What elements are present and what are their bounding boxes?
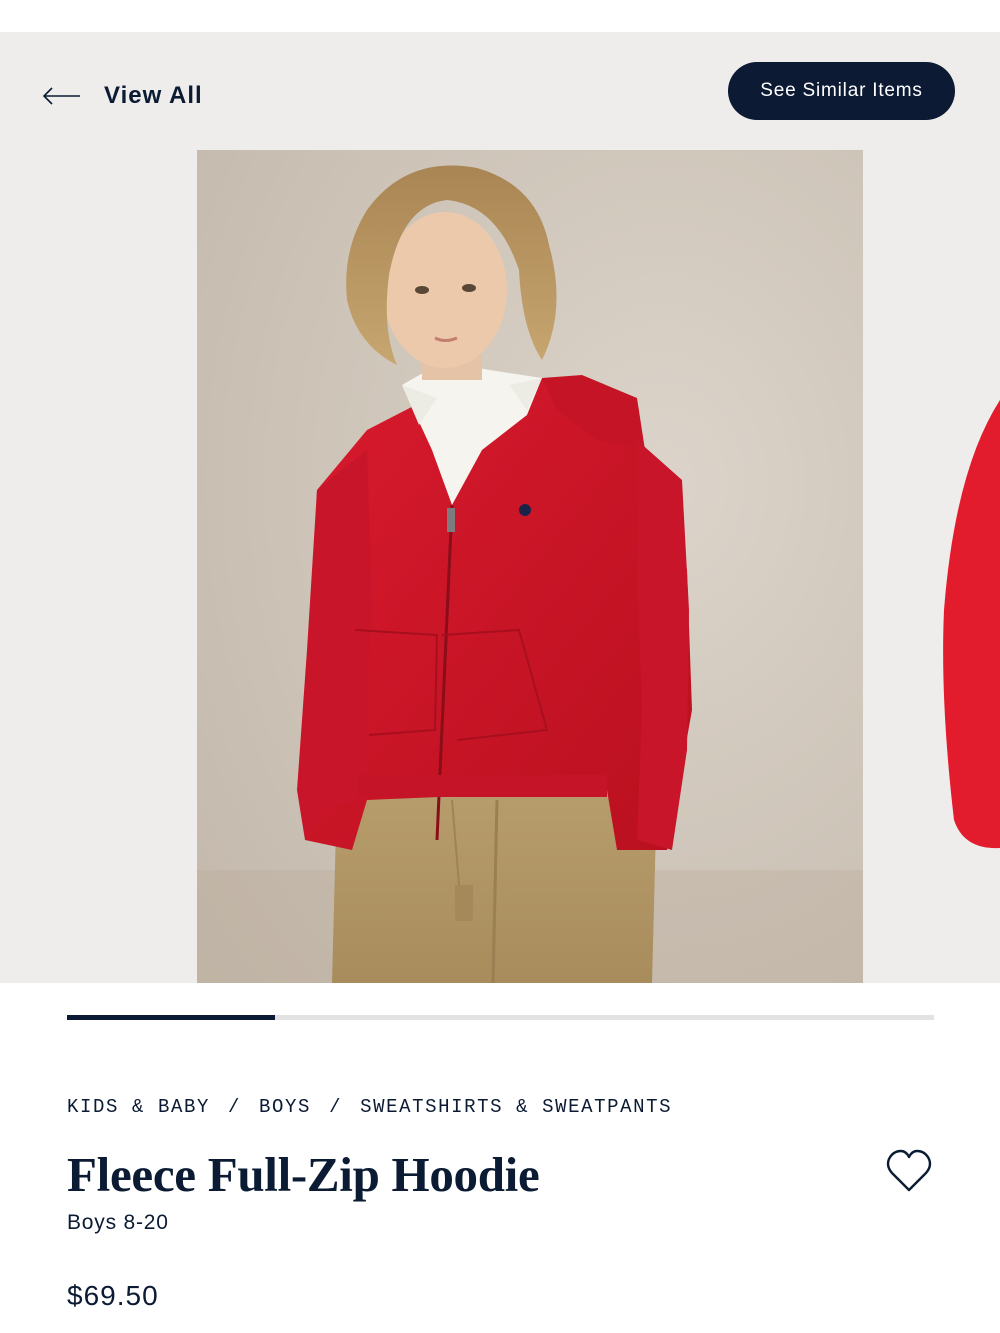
product-price: $69.50 (67, 1280, 159, 1311)
wishlist-button[interactable] (884, 1146, 934, 1196)
arrow-left-icon (42, 87, 80, 105)
breadcrumb-kids-baby[interactable]: KIDS & BABY (67, 1096, 210, 1118)
breadcrumb-separator: / (228, 1096, 242, 1118)
product-main-image[interactable] (197, 150, 863, 983)
gallery-progress-track (67, 1015, 934, 1020)
view-all-link[interactable]: View All (42, 76, 203, 116)
breadcrumb-separator: / (329, 1096, 343, 1118)
breadcrumb-sweatshirts-sweatpants[interactable]: SWEATSHIRTS & SWEATPANTS (360, 1096, 672, 1118)
product-photo (197, 150, 863, 983)
next-product-thumbnail (943, 400, 1000, 849)
product-gallery: View All See Similar Items (0, 32, 1000, 983)
heart-outline-icon (886, 1149, 932, 1192)
product-subtitle: Boys 8-20 (67, 1211, 169, 1234)
gallery-progress-fill (67, 1015, 276, 1020)
see-similar-items-button[interactable]: See Similar Items (728, 62, 955, 120)
view-all-label: View All (104, 82, 203, 109)
next-image-peek[interactable] (940, 400, 1000, 860)
breadcrumb-boys[interactable]: BOYS (259, 1096, 311, 1118)
breadcrumb: KIDS & BABY / BOYS / SWEATSHIRTS & SWEAT… (67, 1096, 672, 1118)
product-title: Fleece Full-Zip Hoodie (67, 1147, 540, 1202)
top-strip (0, 0, 1000, 32)
